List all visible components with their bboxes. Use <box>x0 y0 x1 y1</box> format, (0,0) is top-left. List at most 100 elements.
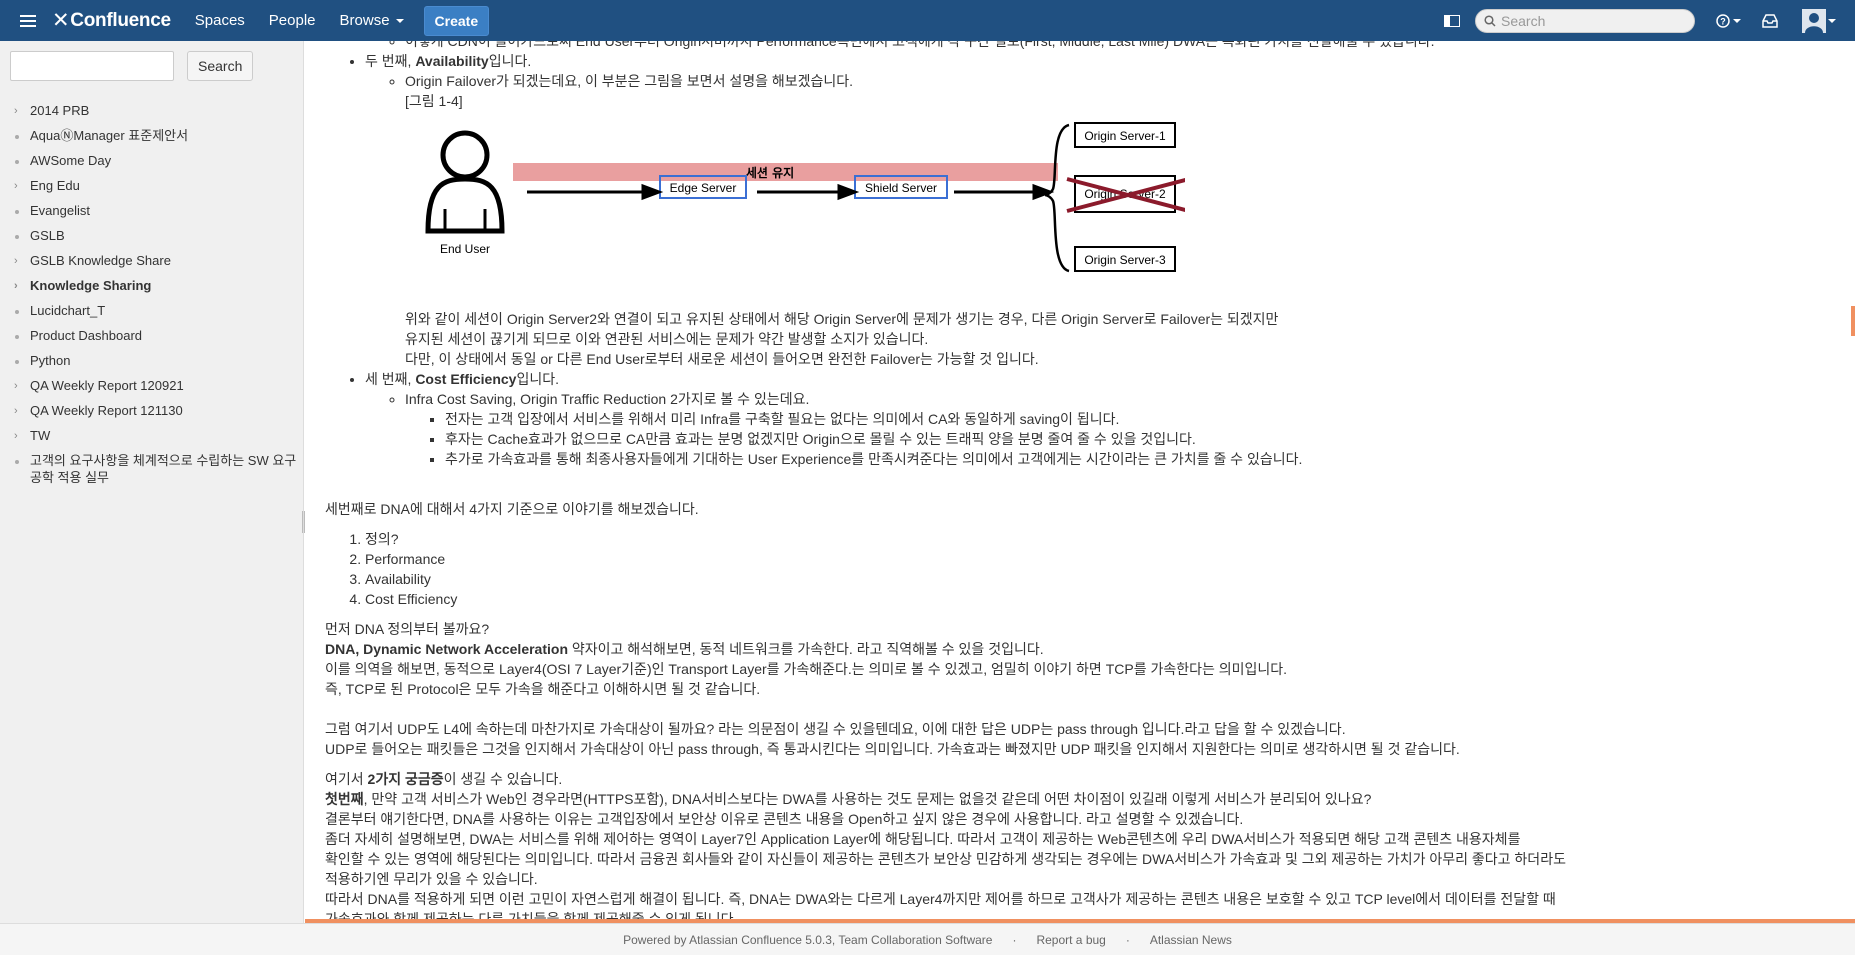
sidebar-tree-item[interactable]: 고객의 요구사항을 체계적으로 수립하는 SW 요구공학 적용 실무 <box>0 449 303 489</box>
flow-arrows <box>527 183 1055 201</box>
sidebar-item-label: 2014 PRB <box>30 103 90 118</box>
top-navigation-bar: ✕ Confluence Spaces People Browse Create… <box>0 0 1855 41</box>
bullet-icon <box>14 452 30 470</box>
origin-server-1-label: Origin Server-1 <box>1084 129 1166 143</box>
sidebar-item-label: Eng Edu <box>30 178 80 193</box>
chevron-right-icon[interactable]: › <box>14 252 30 270</box>
sidebar-tree-item[interactable]: Product Dashboard <box>0 324 303 349</box>
nav-people[interactable]: People <box>269 12 316 29</box>
sidebar-tree-item[interactable]: › 2014 PRB <box>0 99 303 124</box>
svg-text:?: ? <box>1720 16 1726 26</box>
bullet-icon <box>14 127 30 145</box>
paragraph: 먼저 DNA 정의부터 볼까요? <box>325 621 490 637</box>
paragraph: 따라서 DNA를 적용하게 되면 이런 고민이 자연스럽게 해결이 됩니다. 즉… <box>325 891 1556 907</box>
shield-server-label: Shield Server <box>865 181 937 195</box>
sidebar-tree-item[interactable]: Evangelist <box>0 199 303 224</box>
origin-server-3-label: Origin Server-3 <box>1084 253 1166 267</box>
nav-spaces[interactable]: Spaces <box>195 12 245 29</box>
list-item: 정의? <box>365 529 1825 549</box>
nav-browse[interactable]: Browse <box>340 12 404 29</box>
figure-caption: [그림 1-4] <box>405 93 463 109</box>
sidebar-item-label: Evangelist <box>30 203 90 218</box>
chevron-right-icon[interactable]: › <box>14 102 30 120</box>
create-button[interactable]: Create <box>423 5 490 36</box>
page-body: 이렇게 CDN이 들어가므로써 End User부터 Origin서버까지 Pe… <box>325 41 1825 923</box>
footer-powered-by[interactable]: Powered by Atlassian Confluence 5.0.3, T… <box>623 933 992 947</box>
list-item: 세 번째, Cost Efficiency입니다. Infra Cost Sav… <box>365 369 1825 469</box>
chevron-right-icon[interactable]: › <box>14 427 30 445</box>
bullet-icon <box>14 227 30 245</box>
brace <box>1044 123 1070 273</box>
sidebar-search: Search <box>0 41 303 91</box>
paragraph: 위와 같이 세션이 Origin Server2와 연결이 되고 유지된 상태에… <box>405 311 1279 327</box>
sidebar-item-label: AWSome Day <box>30 153 112 168</box>
sidebar-item-label: Python <box>30 353 71 368</box>
footer-separator: · <box>1125 932 1130 947</box>
sidebar-tree-item[interactable]: › Knowledge Sharing <box>0 274 303 299</box>
report-bug-link[interactable]: Report a bug <box>1036 933 1105 947</box>
confluence-logo[interactable]: ✕ Confluence <box>52 8 171 33</box>
paragraph: UDP로 들어오는 패킷들은 그것을 인지해서 가속대상이 아닌 pass th… <box>325 741 1460 757</box>
sidebar-tree-item[interactable]: AquaⓃManager 표준제안서 <box>0 124 303 149</box>
notifications-icon[interactable] <box>1755 6 1785 36</box>
list-item: 추가로 가속효과를 통해 최종사용자들에게 기대하는 User Experien… <box>445 449 1825 469</box>
sidebar-search-button[interactable]: Search <box>187 51 254 81</box>
sidebar-item-label: Knowledge Sharing <box>30 278 152 293</box>
paragraph: 세번째로 DNA에 대해서 4가지 기준으로 이야기를 해보겠습니다. <box>325 501 699 517</box>
edge-server-label: Edge Server <box>670 181 737 195</box>
sidebar-item-label: GSLB Knowledge Share <box>30 253 171 268</box>
bullet-icon <box>14 302 30 320</box>
sidebar-item-label: Lucidchart_T <box>30 303 106 318</box>
sidebar-item-label: QA Weekly Report 121130 <box>30 403 183 418</box>
footer: Powered by Atlassian Confluence 5.0.3, T… <box>0 923 1855 955</box>
chevron-right-icon[interactable]: › <box>14 402 30 420</box>
sidebar-tree-item[interactable]: Python <box>0 349 303 374</box>
chevron-right-icon[interactable]: › <box>14 277 30 295</box>
list-item: Cost Efficiency <box>365 589 1825 609</box>
search-input[interactable]: Search <box>1475 8 1695 33</box>
sidebar-tree-item[interactable]: › GSLB Knowledge Share <box>0 249 303 274</box>
sidebar-item-label: 고객의 요구사항을 체계적으로 수립하는 SW 요구공학 적용 실무 <box>30 453 297 485</box>
list-item: Performance <box>365 549 1825 569</box>
list-item: Availability <box>365 569 1825 589</box>
bullet-icon <box>14 152 30 170</box>
sidebar-tree-item[interactable]: GSLB <box>0 224 303 249</box>
paragraph: 결론부터 얘기한다면, DNA를 사용하는 이유는 고객입장에서 보안상 이유로… <box>325 811 1244 827</box>
list-item: 두 번째, Availability입니다. Origin Failover가 … <box>365 51 1825 369</box>
sidebar-tree-item[interactable]: AWSome Day <box>0 149 303 174</box>
main-content: 이렇게 CDN이 들어가므로써 End User부터 Origin서버까지 Pe… <box>305 41 1855 923</box>
sidebar-search-input[interactable] <box>10 51 174 81</box>
sidebar-item-label: QA Weekly Report 120921 <box>30 378 184 393</box>
sidebar-tree-item[interactable]: Lucidchart_T <box>0 299 303 324</box>
sidebar-tree-item[interactable]: › TW <box>0 424 303 449</box>
sidebar-toggle-icon[interactable] <box>1437 6 1467 36</box>
menu-icon[interactable] <box>8 0 48 41</box>
list-item: Infra Cost Saving, Origin Traffic Reduct… <box>405 389 1825 469</box>
paragraph: 확인할 수 있는 영역에 해당된다는 의미입니다. 따라서 금융권 회사들와 같… <box>325 851 1566 867</box>
list-item: 후자는 Cache효과가 없으므로 CA만큼 효과는 분명 없겠지만 Origi… <box>445 429 1825 449</box>
sidebar-tree-item[interactable]: › QA Weekly Report 120921 <box>0 374 303 399</box>
search-icon <box>1484 14 1496 27</box>
paragraph: 첫번째, 만약 고객 서비스가 Web인 경우라면(HTTPS포함), DNA서… <box>325 791 1372 807</box>
list-item: 이렇게 CDN이 들어가므로써 End User부터 Origin서버까지 Pe… <box>405 41 1825 51</box>
session-label: 세션 유지 <box>746 165 794 180</box>
confluence-x-icon: ✕ <box>52 9 70 32</box>
paragraph: 유지된 세션이 끊기게 되므로 이와 연관된 서비스에는 문제가 약간 발생할 … <box>405 331 929 347</box>
page-tree: › 2014 PRB AquaⓃManager 표준제안서 AWSome Day › En… <box>0 91 303 489</box>
bullet-icon <box>14 352 30 370</box>
scroll-indicator[interactable] <box>1851 306 1855 336</box>
paragraph: 여기서 2가지 궁금증이 생길 수 있습니다. <box>325 771 563 787</box>
user-avatar-icon[interactable] <box>1795 6 1843 36</box>
atlassian-news-link[interactable]: Atlassian News <box>1150 933 1232 947</box>
bullet-icon <box>14 327 30 345</box>
chevron-right-icon[interactable]: › <box>14 377 30 395</box>
sidebar-tree-item[interactable]: › QA Weekly Report 121130 <box>0 399 303 424</box>
help-icon[interactable]: ? <box>1709 6 1749 36</box>
sidebar-tree-item[interactable]: › Eng Edu <box>0 174 303 199</box>
chevron-right-icon[interactable]: › <box>14 177 30 195</box>
end-user-icon <box>425 130 505 234</box>
chevron-down-icon <box>395 18 404 23</box>
sidebar-item-label: AquaⓃManager 표준제안서 <box>30 128 189 143</box>
origin-failover-diagram: End User 세션 유지 Edge Server Shield Server <box>405 119 1185 279</box>
list-item: Origin Failover가 되겠는데요, 이 부분은 그림을 보면서 설명… <box>405 71 1825 369</box>
